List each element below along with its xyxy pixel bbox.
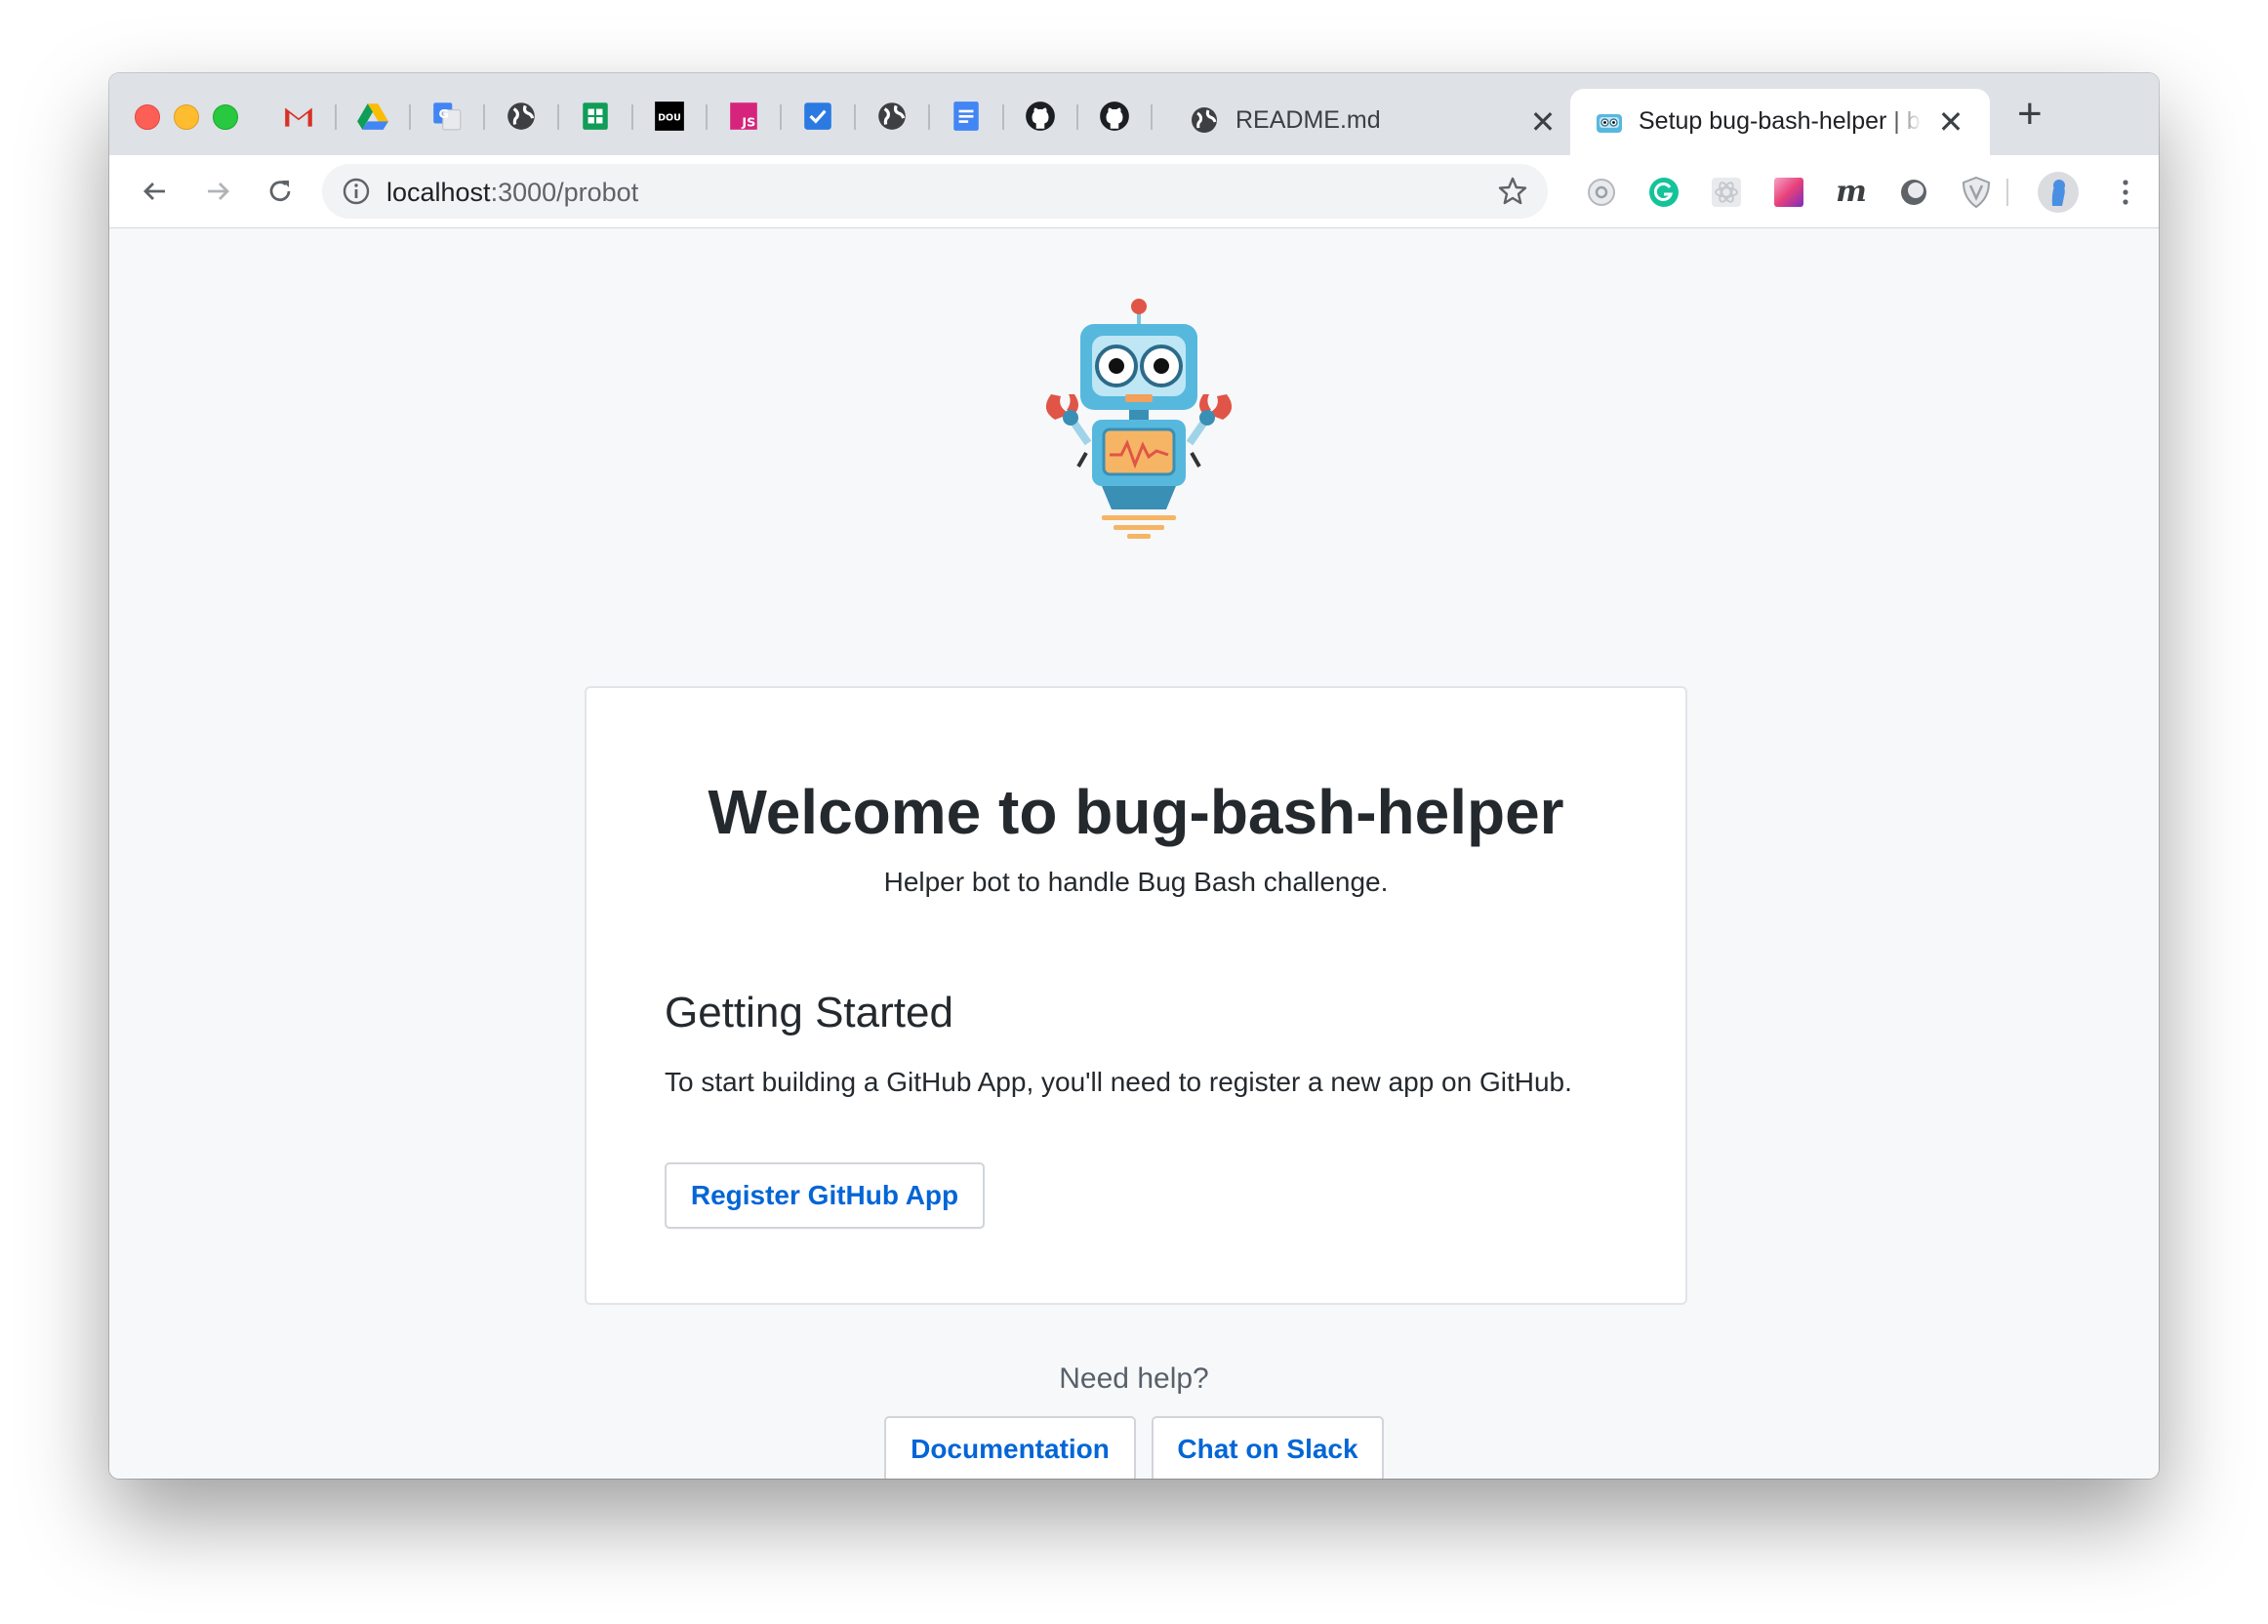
close-icon[interactable]: ✕ [1935,106,1966,138]
tab-google-docs[interactable] [929,91,1004,142]
getting-started-heading: Getting Started [665,989,953,1036]
react-devtools-icon [1712,178,1741,207]
zoom-window-button[interactable] [213,104,238,130]
reload-icon [269,181,291,202]
minimize-window-button[interactable] [174,104,199,130]
settings-extension[interactable] [1584,175,1619,210]
profile-avatar[interactable] [2037,171,2080,214]
info-icon[interactable] [342,177,371,206]
toolbar: localhost:3000/probot m [109,155,2159,228]
github-icon [1100,102,1129,131]
settings-ext-icon [1588,179,1615,206]
color-picker-icon [1774,178,1803,207]
toolbar-separator [2006,179,2008,206]
browser-window: G DOU JS README.md ✕ Setup bug-bash-help… [109,73,2159,1479]
google-sheets-icon [583,102,608,130]
tab-setup-title: Setup bug-bash-helper | bug-bash-helper [1639,107,1922,135]
url-host: localhost [386,178,491,207]
color-picker-extension[interactable] [1771,175,1806,210]
m-extension-icon: m [1836,175,1867,209]
tab-google-translate[interactable]: G [410,91,485,142]
bookmark-star-icon[interactable] [1497,176,1528,207]
welcome-card: Welcome to bug-bash-helper Helper bot to… [585,686,1687,1305]
github-icon [1026,102,1055,131]
probot-robot-logo [1045,299,1233,539]
back-button[interactable] [135,171,176,212]
page-content: Welcome to bug-bash-helper Helper bot to… [109,228,2159,1479]
reload-button[interactable] [260,171,301,212]
tab-dou[interactable]: DOU [632,91,708,142]
dou-label: DOU [658,112,681,123]
page-subtitle: Helper bot to handle Bug Bash challenge. [883,867,1389,897]
forward-arrow-icon [208,183,229,200]
tab-readme-title: README.md [1235,105,1381,134]
grammarly-icon [1649,178,1679,207]
url-path: :3000/probot [490,178,639,207]
menu-button[interactable] [2108,175,2143,210]
dou-icon: DOU [655,102,684,131]
new-tab-button[interactable]: + [2017,93,2043,136]
m-extension-label: m [1836,175,1867,209]
tab-github-1[interactable] [1003,91,1078,142]
m-extension[interactable]: m [1834,175,1869,210]
tab-globe-1[interactable] [484,91,559,142]
getting-started-text: To start building a GitHub App, you'll n… [665,1067,1572,1097]
tab-github-2[interactable] [1077,91,1153,142]
grammarly-extension[interactable] [1646,175,1681,210]
chat-on-slack-button[interactable]: Chat on Slack [1152,1416,1384,1479]
close-window-button[interactable] [135,104,160,130]
tab-google-sheets[interactable] [558,91,633,142]
tab-javascript[interactable]: JS [707,91,782,142]
globe-icon [1192,107,1217,133]
page-title: Welcome to bug-bash-helper [708,777,1564,847]
back-arrow-icon [143,183,165,200]
tab-gmail[interactable] [262,91,337,142]
javascript-icon: JS [730,102,757,131]
shield-extension[interactable] [1959,175,1994,210]
globe-icon [507,102,535,130]
shield-extension-icon [1962,176,1991,209]
robot-tab-icon [1597,114,1622,133]
svg-text:G: G [439,107,449,122]
tab-google-drive[interactable] [336,91,411,142]
more-vert-icon [2123,180,2128,205]
forward-button[interactable] [197,171,238,212]
google-drive-icon [357,103,388,130]
address-bar[interactable]: localhost:3000/probot [322,164,1548,219]
need-help-text: Need help? [1059,1362,1209,1395]
url-text: localhost:3000/probot [386,178,638,208]
globe-icon [878,102,906,130]
tab-setup-active[interactable]: Setup bug-bash-helper | bug-bash-helper … [1570,89,1990,155]
gmail-icon [285,107,312,127]
tab-globe-2[interactable] [855,91,930,142]
close-icon[interactable]: ✕ [1527,106,1559,138]
js-label: JS [741,116,755,131]
google-docs-icon [953,102,979,131]
circle-extension-icon [1901,180,1926,205]
circle-extension[interactable] [1896,175,1931,210]
google-translate-icon: G [433,102,462,131]
tasks-icon [804,102,831,130]
tab-tasks[interactable] [781,91,856,142]
register-github-app-button[interactable]: Register GitHub App [665,1162,985,1229]
avatar-icon [2038,172,2079,213]
tab-strip: G DOU JS README.md ✕ Setup bug-bash-help… [109,73,2159,155]
documentation-button[interactable]: Documentation [884,1416,1136,1479]
react-devtools-extension[interactable] [1709,175,1744,210]
